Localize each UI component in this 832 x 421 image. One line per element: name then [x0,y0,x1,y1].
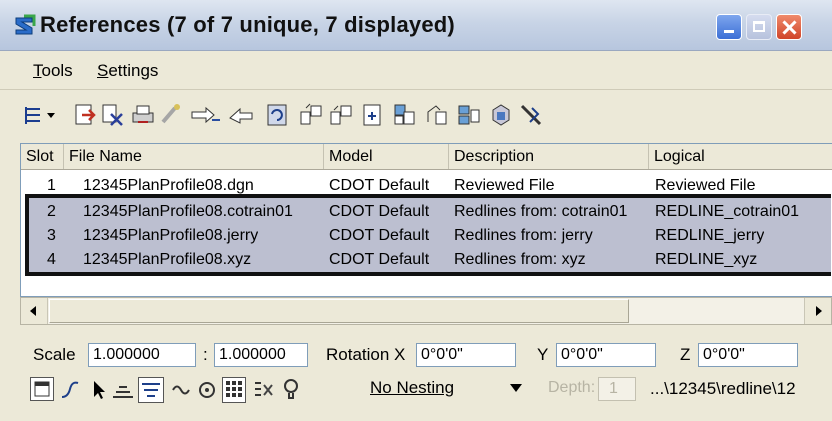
description-cell: Redlines from: jerry [454,227,593,244]
file-name-cell: 12345PlanProfile08.dgn [83,177,254,194]
horizontal-scrollbar[interactable] [20,297,832,325]
file-path: ...\12345\redline\12 [650,379,796,398]
menu-tools[interactable]: Tools [33,61,73,81]
scroll-left-icon[interactable] [21,298,48,324]
maximize-icon[interactable] [746,14,772,40]
print-icon[interactable] [130,102,156,128]
rotation-x-field[interactable]: 0°0'0" [416,343,516,367]
logical-cell: REDLINE_jerry [655,227,765,244]
depth-label: Depth: [548,379,596,396]
slot-cell: 3 [47,227,56,244]
column-header-file-name[interactable]: File Name [64,144,324,169]
microstation-icon [15,14,36,35]
attach-reference-icon[interactable] [72,102,98,128]
menu-bar: Tools Settings [0,51,832,90]
scroll-thumb[interactable] [49,299,629,323]
rotation-z-label: Z [680,345,691,364]
rotate-icon[interactable] [264,102,290,128]
clip-boundary-icon[interactable] [360,102,386,128]
slot-cell: 4 [47,251,56,268]
list-header: Slot File Name Model Description Logical [21,144,832,170]
reference-list[interactable]: Slot File Name Model Description Logical… [20,143,832,297]
scale-field-b[interactable]: 1.000000 [214,343,308,367]
locate-icon[interactable] [86,377,106,403]
scroll-right-icon[interactable] [804,298,831,324]
scale-separator: : [203,345,208,364]
toolbar [0,92,832,140]
mirror-horizontal-icon[interactable] [328,102,354,128]
rotation-y-field[interactable]: 0°0'0" [556,343,656,367]
clip-mask-icon[interactable] [392,102,418,128]
copy-icon[interactable] [226,102,256,128]
menu-settings[interactable]: Settings [97,61,158,81]
file-name-cell: 12345PlanProfile08.cotrain01 [83,203,293,220]
list-view-icon[interactable] [22,102,58,128]
level-override-icon[interactable] [250,377,274,403]
exchange-icon[interactable] [488,102,514,128]
column-header-model[interactable]: Model [324,144,449,169]
rotation-y-label: Y [537,345,549,364]
snap-icon[interactable] [57,377,81,403]
file-name-cell: 12345PlanProfile08.jerry [83,227,259,244]
rotation-x-label: Rotation X [326,345,406,364]
treat-as-element-icon[interactable] [168,377,192,403]
detach-icon[interactable] [100,102,126,128]
table-row[interactable]: 3 12345PlanProfile08.jerry CDOT Default … [21,224,832,247]
table-row[interactable]: 4 12345PlanProfile08.xyz CDOT Default Re… [21,248,832,271]
scale-label: Scale [33,345,76,364]
nesting-value: No Nesting [370,378,455,397]
reload-icon[interactable] [158,102,184,128]
logical-cell: Reviewed File [655,177,756,194]
description-cell: Redlines from: cotrain01 [454,203,628,220]
model-cell: CDOT Default [329,227,430,244]
table-row[interactable]: 2 12345PlanProfile08.cotrain01 CDOT Defa… [21,200,832,223]
chevron-down-icon [510,384,522,392]
move-icon[interactable] [190,102,224,128]
slot-cell: 1 [47,177,56,194]
close-icon[interactable] [776,14,802,40]
model-cell: CDOT Default [329,177,430,194]
description-cell: Reviewed File [454,177,555,194]
model-cell: CDOT Default [329,251,430,268]
settings-icon[interactable] [518,102,544,128]
hint-icon[interactable] [278,377,298,403]
slot-cell: 2 [47,203,56,220]
logical-cell: REDLINE_cotrain01 [655,203,800,220]
column-header-logical[interactable]: Logical [649,144,832,169]
scale-field-a[interactable]: 1.000000 [88,343,196,367]
window-title: References (7 of 7 unique, 7 displayed) [40,12,455,37]
merge-icon[interactable] [456,102,482,128]
title-bar[interactable]: References (7 of 7 unique, 7 displayed) [0,0,832,51]
clip-delete-icon[interactable] [424,102,450,128]
file-name-cell: 12345PlanProfile08.xyz [83,251,252,268]
minimize-icon[interactable] [716,14,742,40]
raster-icon[interactable] [222,377,246,403]
display-icon[interactable] [30,377,54,401]
column-header-slot[interactable]: Slot [21,144,64,169]
scale-icon[interactable] [298,102,324,128]
logical-cell: REDLINE_xyz [655,251,758,268]
scale-line-styles-icon[interactable] [194,377,218,403]
hilite-icon[interactable] [138,377,164,403]
description-cell: Redlines from: xyz [454,251,586,268]
references-window: References (7 of 7 unique, 7 displayed) … [0,0,832,421]
model-cell: CDOT Default [329,203,430,220]
rotation-z-field[interactable]: 0°0'0" [698,343,798,367]
depth-field: 1 [598,377,636,401]
table-row[interactable]: 1 12345PlanProfile08.dgn CDOT Default Re… [21,174,832,197]
level-display-icon[interactable] [110,377,136,403]
column-header-description[interactable]: Description [449,144,649,169]
nesting-dropdown[interactable]: No Nesting [364,377,530,401]
